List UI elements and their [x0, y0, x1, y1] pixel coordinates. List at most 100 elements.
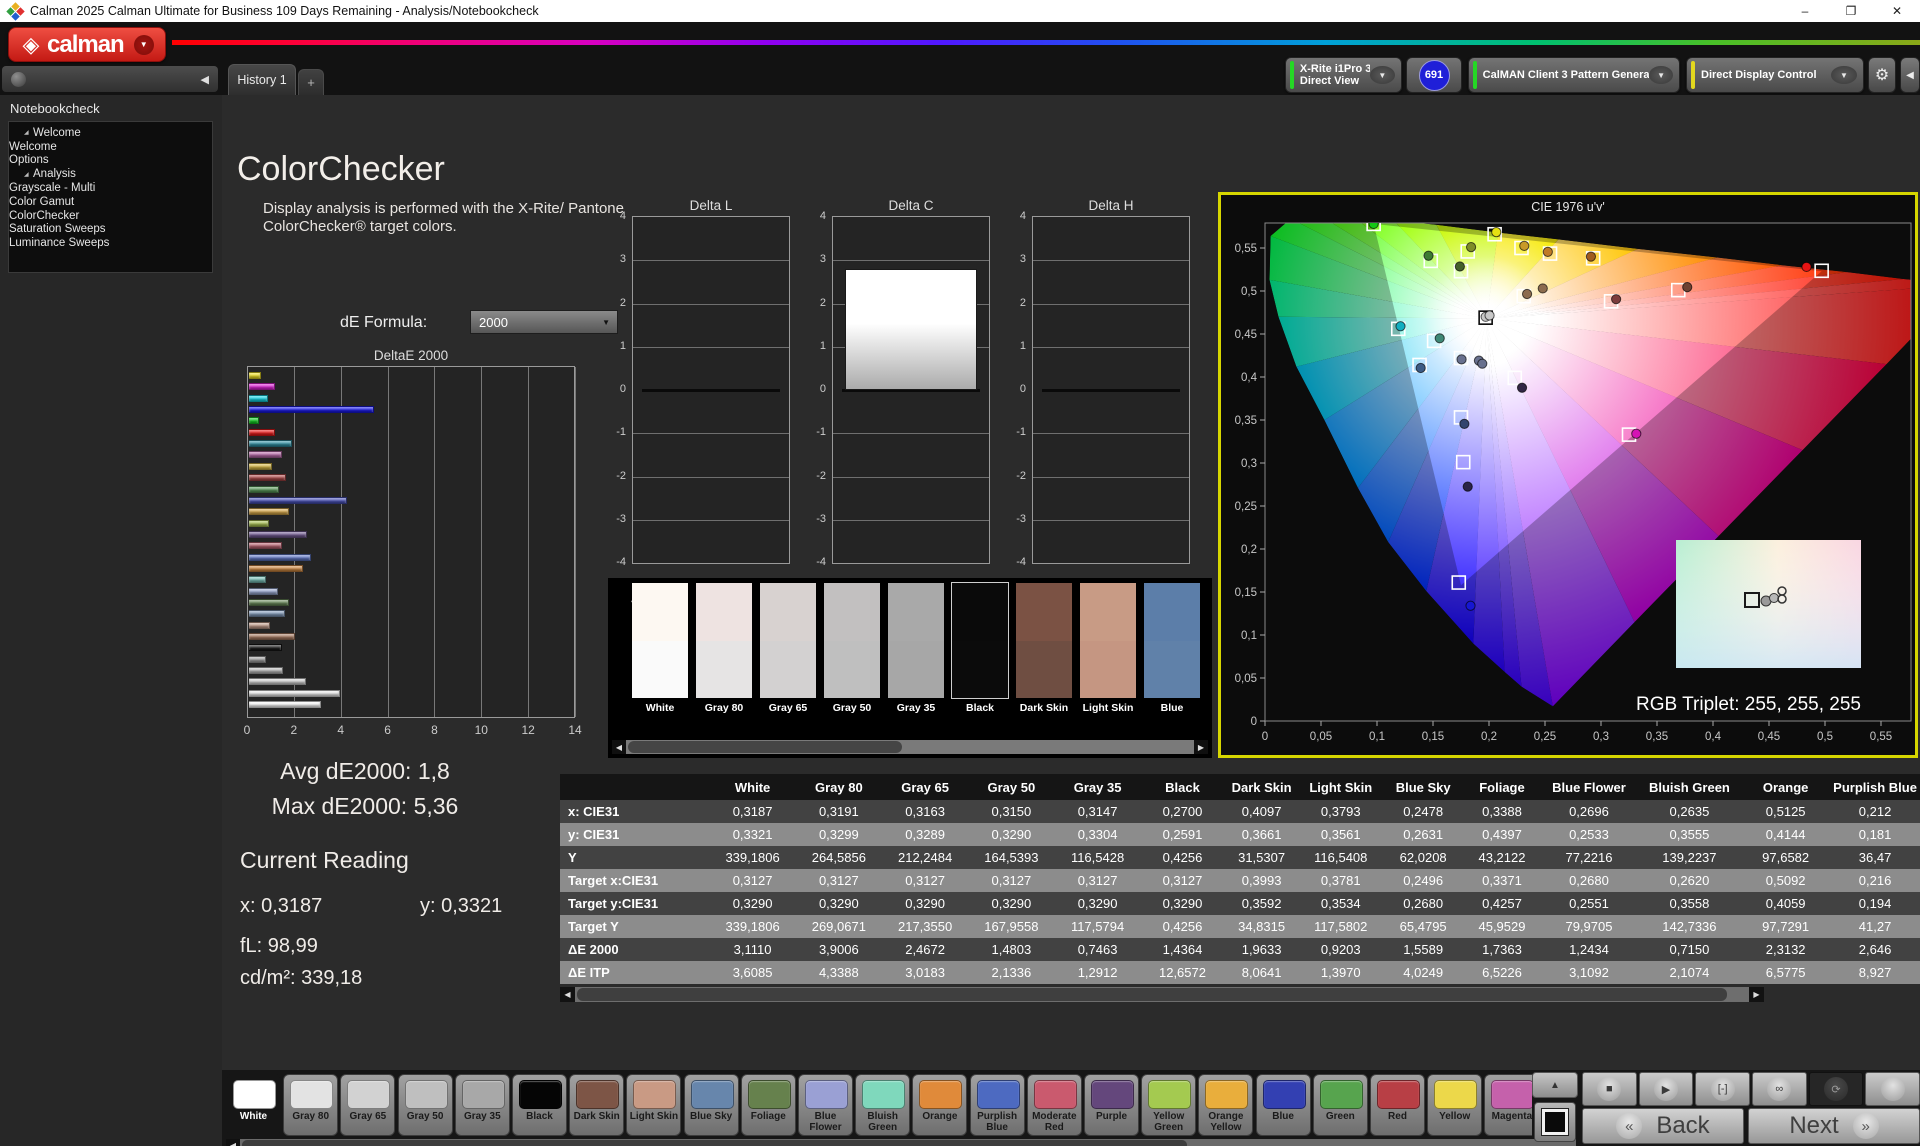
- add-tab-button[interactable]: +: [298, 69, 324, 95]
- compare-swatch-gray-50: [824, 583, 880, 698]
- gridline: [633, 304, 789, 305]
- pattern-button-purple[interactable]: Purple: [1084, 1074, 1139, 1136]
- scroll-left-icon[interactable]: ◀: [560, 987, 575, 1002]
- pattern-window-expand-button[interactable]: ▲: [1532, 1072, 1578, 1098]
- pattern-button-gray-65[interactable]: Gray 65: [340, 1074, 395, 1136]
- chevron-down-icon[interactable]: ▼: [1831, 66, 1857, 84]
- svg-text:0,45: 0,45: [1758, 731, 1780, 743]
- tree-item-label: Luminance Sweeps: [9, 237, 109, 249]
- compare-swatch-dark-skin: [1016, 583, 1072, 698]
- delta-c-bar: [845, 269, 977, 390]
- scroll-left-icon[interactable]: ◀: [612, 740, 626, 754]
- scrollbar-thumb[interactable]: [242, 1140, 1187, 1146]
- blank-button[interactable]: [1865, 1072, 1920, 1106]
- chevron-down-icon[interactable]: ▼: [134, 35, 154, 55]
- pattern-button-blue-flower[interactable]: Blue Flower: [798, 1074, 853, 1136]
- pattern-button-gray-80[interactable]: Gray 80: [283, 1074, 338, 1136]
- pattern-button-black[interactable]: Black: [512, 1074, 567, 1136]
- chevron-down-icon[interactable]: ▼: [1370, 66, 1395, 84]
- stop-button[interactable]: ■: [1582, 1072, 1637, 1106]
- pattern-button-bluish-green[interactable]: Bluish Green: [855, 1074, 910, 1136]
- tree-expanded-icon[interactable]: ◢: [24, 129, 33, 136]
- pattern-button-blue-sky[interactable]: Blue Sky: [684, 1074, 739, 1136]
- pattern-window-icon: [1542, 1109, 1568, 1135]
- sidebar-item-grayscale-multi[interactable]: Grayscale - Multi: [9, 181, 212, 195]
- cie-1976-diagram: 0 0,05 0,1 0,15 0,2 0,25 0,3 0,35 0,4 0,…: [1221, 195, 1915, 755]
- scroll-left-icon[interactable]: ◀: [226, 1139, 240, 1146]
- table-cell: 0,3127: [1141, 869, 1225, 892]
- calman-logo-text: calman: [47, 31, 124, 59]
- pattern-button-yellow[interactable]: Yellow: [1427, 1074, 1482, 1136]
- scrollbar-thumb[interactable]: [628, 741, 902, 753]
- pattern-button-gray-50[interactable]: Gray 50: [398, 1074, 453, 1136]
- pattern-generator-dropdown[interactable]: CalMAN Client 3 Pattern Generator ▼: [1468, 57, 1680, 93]
- pattern-button-red[interactable]: Red: [1370, 1074, 1425, 1136]
- de-formula-value: 2000: [479, 315, 508, 330]
- tab-history-1[interactable]: History 1: [228, 64, 296, 95]
- tree-group-welcome[interactable]: ◢Welcome: [9, 126, 212, 140]
- settings-button[interactable]: ⚙: [1868, 57, 1896, 93]
- tree-expanded-icon[interactable]: ◢: [24, 171, 33, 178]
- svg-text:0,3: 0,3: [1593, 731, 1609, 743]
- sidebar-item-options[interactable]: Options: [9, 154, 212, 168]
- loop-button[interactable]: ∞: [1752, 1072, 1807, 1106]
- sidebar-item-colorchecker[interactable]: ColorChecker: [9, 209, 212, 223]
- next-button[interactable]: Next »: [1748, 1108, 1920, 1144]
- delta-h-chart: [1032, 216, 1190, 564]
- table-cell: 1,2912: [1055, 961, 1141, 984]
- app-icon: [6, 2, 24, 20]
- play-button[interactable]: ▶: [1639, 1072, 1694, 1106]
- pattern-chip: [1434, 1080, 1477, 1109]
- table-cell: 0,7150: [1638, 938, 1742, 961]
- refresh-button[interactable]: ⟳: [1809, 1072, 1864, 1106]
- record-dot-button[interactable]: [11, 72, 26, 87]
- table-cell: 4,0249: [1383, 961, 1464, 984]
- scroll-right-icon[interactable]: ▶: [1194, 740, 1208, 754]
- pattern-button-yellow-green[interactable]: Yellow Green: [1141, 1074, 1196, 1136]
- scrollbar-thumb[interactable]: [577, 988, 1727, 1001]
- target-swatch: [1080, 641, 1136, 698]
- sidebar-item-color-gamut[interactable]: Color Gamut: [9, 195, 212, 209]
- display-control-dropdown[interactable]: Direct Display Control ▼: [1686, 57, 1864, 93]
- deltae-bar-cyan-100-: [249, 395, 268, 402]
- pattern-button-magenta[interactable]: Magenta: [1484, 1074, 1532, 1136]
- chevron-down-icon[interactable]: ▼: [1649, 66, 1673, 84]
- y-tick-label: 3: [996, 253, 1026, 265]
- pattern-button-green[interactable]: Green: [1313, 1074, 1368, 1136]
- de-formula-select[interactable]: 2000 ▼: [470, 310, 618, 334]
- table-cell: 0,3290: [882, 892, 968, 915]
- toolbar-collapse-button[interactable]: ◀: [1900, 57, 1920, 93]
- sidebar-collapse-icon[interactable]: ◀: [201, 73, 209, 86]
- pattern-button-moderate-red[interactable]: Moderate Red: [1027, 1074, 1082, 1136]
- pattern-strip-scrollbar[interactable]: ◀: [226, 1139, 1576, 1146]
- actual-swatch: [632, 583, 688, 641]
- tree-group-analysis[interactable]: ◢Analysis: [9, 167, 212, 181]
- pattern-button-dark-skin[interactable]: Dark Skin: [569, 1074, 624, 1136]
- sidebar-item-saturation-sweeps[interactable]: Saturation Sweeps: [9, 223, 212, 237]
- swatch-compare-scrollbar[interactable]: ◀ ▶: [612, 740, 1208, 754]
- pattern-button-purplish-blue[interactable]: Purplish Blue: [970, 1074, 1025, 1136]
- restore-icon[interactable]: ❐: [1828, 0, 1874, 22]
- meter-dropdown[interactable]: X-Rite i1Pro 3 Direct View ▼: [1285, 57, 1402, 93]
- table-scrollbar[interactable]: ◀ ▶: [560, 987, 1764, 1002]
- calman-menu-button[interactable]: ◈ calman ▼: [8, 27, 166, 62]
- pattern-button-white[interactable]: White: [226, 1074, 281, 1136]
- marker-button[interactable]: [-]: [1695, 1072, 1750, 1106]
- pattern-window-button[interactable]: [1534, 1102, 1576, 1142]
- close-icon[interactable]: ✕: [1874, 0, 1920, 22]
- pattern-button-foliage[interactable]: Foliage: [741, 1074, 796, 1136]
- pattern-button-orange[interactable]: Orange: [912, 1074, 967, 1136]
- scroll-right-icon[interactable]: ▶: [1749, 987, 1764, 1002]
- pattern-button-light-skin[interactable]: Light Skin: [626, 1074, 681, 1136]
- pattern-button-blue[interactable]: Blue: [1256, 1074, 1311, 1136]
- table-cell: 6,5226: [1464, 961, 1541, 984]
- pattern-button-gray-35[interactable]: Gray 35: [455, 1074, 510, 1136]
- sidebar-item-welcome[interactable]: Welcome: [9, 140, 212, 154]
- minimize-icon[interactable]: –: [1782, 0, 1828, 22]
- table-cell: 0,2635: [1638, 800, 1742, 823]
- play-icon: ▶: [1654, 1077, 1678, 1101]
- back-button[interactable]: « Back: [1582, 1108, 1744, 1144]
- sidebar-item-luminance-sweeps[interactable]: Luminance Sweeps: [9, 236, 212, 250]
- pattern-button-orange-yellow[interactable]: Orange Yellow: [1198, 1074, 1253, 1136]
- gridline: [434, 367, 435, 717]
